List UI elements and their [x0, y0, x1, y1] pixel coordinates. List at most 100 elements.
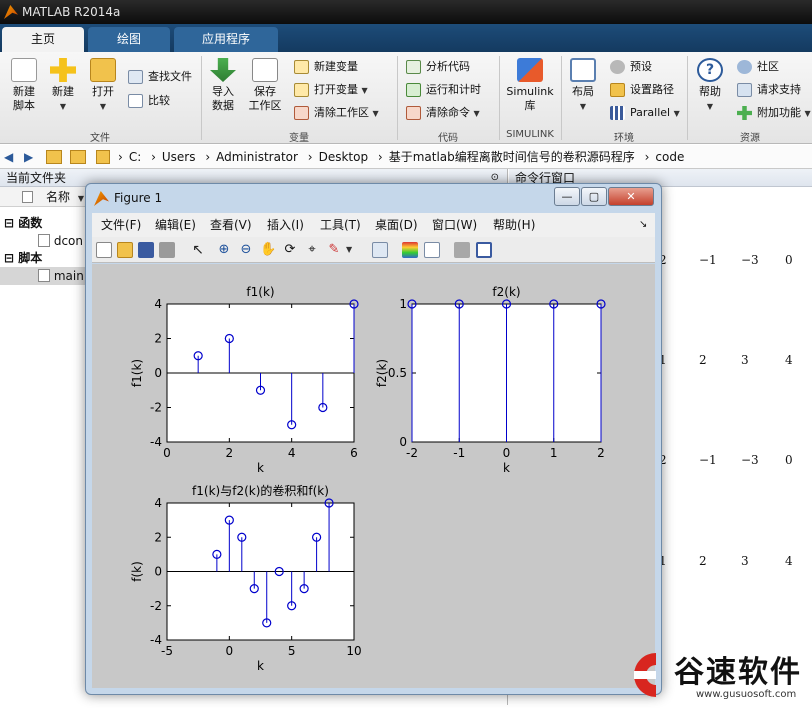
menu-tools[interactable]: 工具(T)	[320, 213, 361, 237]
layout-button[interactable]: 布局 ▼	[566, 58, 600, 114]
watermark-url: www.gusuosoft.com	[696, 689, 797, 700]
menu-edit[interactable]: 编辑(E)	[155, 213, 196, 237]
compare-icon	[128, 94, 143, 108]
y-tick-label: 0	[399, 435, 407, 449]
help-icon: ?	[697, 58, 723, 82]
menu-desktop[interactable]: 桌面(D)	[375, 213, 418, 237]
breadcrumb-segment[interactable]: Administrator	[216, 150, 298, 164]
x-tick-label: -5	[161, 644, 173, 658]
forward-arrow-icon[interactable]: ▶	[24, 145, 33, 169]
rotate-icon[interactable]: ⟳	[282, 242, 298, 258]
group-label-code: 代码	[438, 133, 458, 144]
menu-view[interactable]: 查看(V)	[210, 213, 252, 237]
tab-home[interactable]: 主页	[2, 27, 84, 52]
legend-icon[interactable]	[424, 242, 440, 258]
maximize-button[interactable]: ▢	[581, 187, 607, 206]
list-item[interactable]: dcon	[38, 232, 83, 250]
root-folder-icon	[96, 150, 110, 164]
y-tick-label: 0	[154, 565, 162, 579]
zoom-in-icon[interactable]: ⊕	[216, 242, 232, 258]
new-variable-icon	[294, 60, 309, 74]
request-support-button[interactable]: 请求支持	[737, 81, 801, 99]
close-button[interactable]: ✕	[608, 187, 654, 206]
group-label-environment: 环境	[614, 133, 634, 144]
new-figure-icon[interactable]	[96, 242, 112, 258]
print-icon[interactable]	[159, 242, 175, 258]
request-support-icon	[737, 83, 752, 97]
figure-titlebar[interactable]: Figure 1 — ▢ ✕	[86, 184, 661, 212]
tree-group-scripts[interactable]: ⊟ 脚本	[4, 249, 42, 267]
tab-plots[interactable]: 绘图	[88, 27, 170, 52]
open-variable-button[interactable]: 打开变量 ▼	[294, 81, 368, 99]
y-tick-label: -2	[150, 599, 162, 613]
group-label-file: 文件	[90, 133, 110, 144]
analyze-code-button[interactable]: 分析代码	[406, 58, 470, 76]
y-tick-label: 2	[154, 530, 162, 544]
new-button[interactable]: 新建 ▼	[46, 58, 80, 114]
new-script-button[interactable]: 新建 脚本	[6, 58, 42, 113]
y-tick-label: 4	[154, 496, 162, 510]
addons-button[interactable]: 附加功能 ▼	[737, 104, 811, 122]
parallel-button[interactable]: Parallel ▼	[610, 104, 680, 122]
y-tick-label: -4	[150, 435, 162, 449]
breadcrumb-segment[interactable]: C:	[129, 150, 141, 164]
breadcrumb-segment[interactable]: code	[655, 150, 684, 164]
y-tick-label: -4	[150, 633, 162, 647]
chevron-down-icon[interactable]: ▼	[346, 245, 352, 254]
run-and-time-button[interactable]: 运行和计时	[406, 81, 481, 99]
clear-workspace-button[interactable]: 清除工作区 ▼	[294, 104, 379, 122]
chevron-down-icon: ▼	[59, 102, 67, 111]
tree-group-functions[interactable]: ⊟ 函数	[4, 214, 42, 232]
x-tick-label: 2	[597, 446, 605, 460]
menu-file[interactable]: 文件(F)	[101, 213, 141, 237]
minimize-button[interactable]: —	[554, 187, 580, 206]
breadcrumb-segment[interactable]: Desktop	[319, 150, 369, 164]
preferences-button[interactable]: 预设	[610, 58, 652, 76]
figure-window[interactable]: Figure 1 — ▢ ✕ 文件(F) 编辑(E) 查看(V) 插入(I) 工…	[85, 183, 662, 695]
plot-title: f2(k)	[492, 285, 520, 299]
zoom-out-icon[interactable]: ⊖	[238, 242, 254, 258]
collapse-icon[interactable]: ⊟	[4, 216, 14, 230]
link-plot-icon[interactable]	[372, 242, 388, 258]
hide-plot-tools-icon[interactable]	[454, 242, 470, 258]
set-path-button[interactable]: 设置路径	[610, 81, 674, 99]
community-button[interactable]: 社区	[737, 58, 779, 76]
data-cursor-icon[interactable]: ⌖	[304, 242, 320, 258]
help-button[interactable]: ? 帮助 ▼	[692, 58, 728, 114]
x-tick-label: 4	[288, 446, 296, 460]
x-axis-label: k	[257, 659, 264, 673]
breadcrumb[interactable]: › C: › Users › Administrator › Desktop › 基于ma…	[118, 145, 690, 169]
show-plot-tools-icon[interactable]	[476, 242, 492, 258]
menu-insert[interactable]: 插入(I)	[267, 213, 304, 237]
new-variable-button[interactable]: 新建变量	[294, 58, 358, 76]
y-axis-label: f2(k)	[375, 359, 389, 387]
save-icon[interactable]	[138, 242, 154, 258]
open-file-icon[interactable]	[117, 242, 133, 258]
back-arrow-icon[interactable]: ◀	[4, 145, 13, 169]
pan-hand-icon[interactable]: ✋	[260, 242, 276, 258]
clear-commands-button[interactable]: 清除命令 ▼	[406, 104, 480, 122]
x-tick-label: 1	[550, 446, 558, 460]
find-files-button[interactable]: 查找文件	[128, 68, 192, 86]
brush-icon[interactable]: ✎	[326, 242, 342, 258]
colorbar-icon[interactable]	[402, 242, 418, 258]
command-output-value: 3	[741, 554, 749, 568]
open-button[interactable]: 打开 ▼	[86, 58, 120, 114]
breadcrumb-segment[interactable]: Users	[162, 150, 196, 164]
breadcrumb-segment[interactable]: 基于matlab编程离散时间信号的卷积源码程序	[389, 150, 635, 164]
menu-help[interactable]: 帮助(H)	[493, 213, 535, 237]
group-divider	[687, 56, 688, 140]
plots-svg: 0 2 4 6-4-2024f1(k)kf1(k)-2 -1 0 1 200.51f2(k)k…	[130, 285, 606, 673]
tab-apps[interactable]: 应用程序	[174, 27, 278, 52]
pointer-icon[interactable]: ↖	[190, 242, 206, 258]
simulink-library-button[interactable]: Simulink 库	[504, 58, 556, 113]
find-files-icon	[128, 70, 143, 84]
save-workspace-button[interactable]: 保存 工作区	[246, 58, 284, 113]
import-data-button[interactable]: 导入 数据	[206, 58, 240, 113]
dock-arrow-icon[interactable]: ↘	[639, 213, 647, 237]
browse-folder-icon[interactable]	[70, 150, 86, 164]
menu-window[interactable]: 窗口(W)	[432, 213, 477, 237]
compare-button[interactable]: 比较	[128, 92, 170, 110]
up-folder-icon[interactable]	[46, 150, 62, 164]
collapse-icon[interactable]: ⊟	[4, 251, 14, 265]
